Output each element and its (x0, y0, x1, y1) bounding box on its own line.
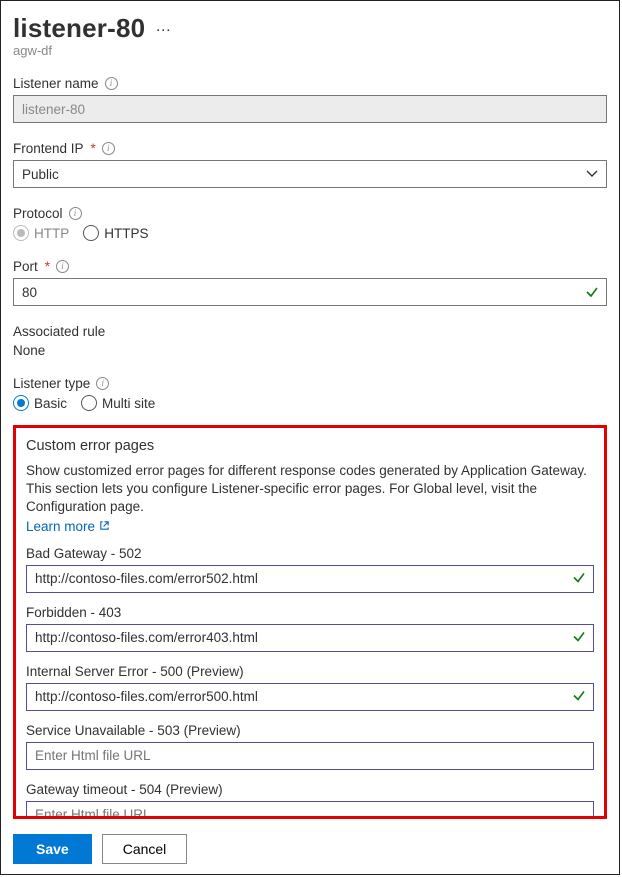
radio-icon (13, 225, 29, 241)
info-icon[interactable]: i (96, 377, 109, 390)
valid-check-icon (585, 285, 599, 299)
listener-type-multi-radio[interactable]: Multi site (81, 395, 155, 411)
frontend-ip-label: Frontend IP (13, 141, 84, 156)
learn-more-link[interactable]: Learn more (26, 519, 110, 534)
error-504-label: Gateway timeout - 504 (Preview) (26, 782, 594, 797)
port-label: Port (13, 259, 38, 274)
error-503-label: Service Unavailable - 503 (Preview) (26, 723, 594, 738)
protocol-label: Protocol (13, 206, 63, 221)
error-500-input[interactable] (26, 683, 594, 711)
required-marker: * (91, 141, 96, 156)
more-actions-icon[interactable]: … (155, 18, 171, 36)
info-icon[interactable]: i (102, 142, 115, 155)
custom-error-section: Custom error pages Show customized error… (13, 425, 607, 819)
listener-type-basic-label: Basic (34, 396, 67, 411)
footer-bar: Save Cancel (1, 824, 619, 874)
radio-icon (83, 225, 99, 241)
associated-rule-label: Associated rule (13, 324, 105, 339)
listener-name-label: Listener name (13, 76, 99, 91)
info-icon[interactable]: i (56, 260, 69, 273)
protocol-https-radio[interactable]: HTTPS (83, 225, 148, 241)
error-503-input[interactable] (26, 742, 594, 770)
error-504-input[interactable] (26, 801, 594, 816)
radio-icon (81, 395, 97, 411)
custom-error-description: Show customized error pages for differen… (26, 462, 594, 517)
protocol-http-label: HTTP (34, 226, 69, 241)
error-500-label: Internal Server Error - 500 (Preview) (26, 664, 594, 679)
frontend-ip-select[interactable] (13, 160, 607, 188)
valid-check-icon (572, 570, 586, 587)
info-icon[interactable]: i (105, 77, 118, 90)
valid-check-icon (572, 688, 586, 705)
listener-type-multi-label: Multi site (102, 396, 155, 411)
external-link-icon (99, 519, 110, 534)
error-502-input[interactable] (26, 565, 594, 593)
listener-type-basic-radio[interactable]: Basic (13, 395, 67, 411)
valid-check-icon (572, 629, 586, 646)
associated-rule-value: None (13, 343, 607, 358)
listener-type-label: Listener type (13, 376, 90, 391)
resource-subtitle: agw-df (13, 43, 607, 58)
required-marker: * (45, 259, 50, 274)
port-input[interactable] (13, 278, 607, 306)
learn-more-label: Learn more (26, 519, 95, 534)
listener-name-input (13, 95, 607, 123)
custom-error-title: Custom error pages (26, 438, 594, 454)
save-button[interactable]: Save (13, 834, 92, 864)
error-403-input[interactable] (26, 624, 594, 652)
protocol-https-label: HTTPS (104, 226, 148, 241)
cancel-button[interactable]: Cancel (102, 834, 188, 864)
error-403-label: Forbidden - 403 (26, 605, 594, 620)
protocol-http-radio[interactable]: HTTP (13, 225, 69, 241)
error-502-label: Bad Gateway - 502 (26, 546, 594, 561)
page-title: listener-80 (13, 13, 145, 44)
info-icon[interactable]: i (69, 207, 82, 220)
radio-icon (13, 395, 29, 411)
